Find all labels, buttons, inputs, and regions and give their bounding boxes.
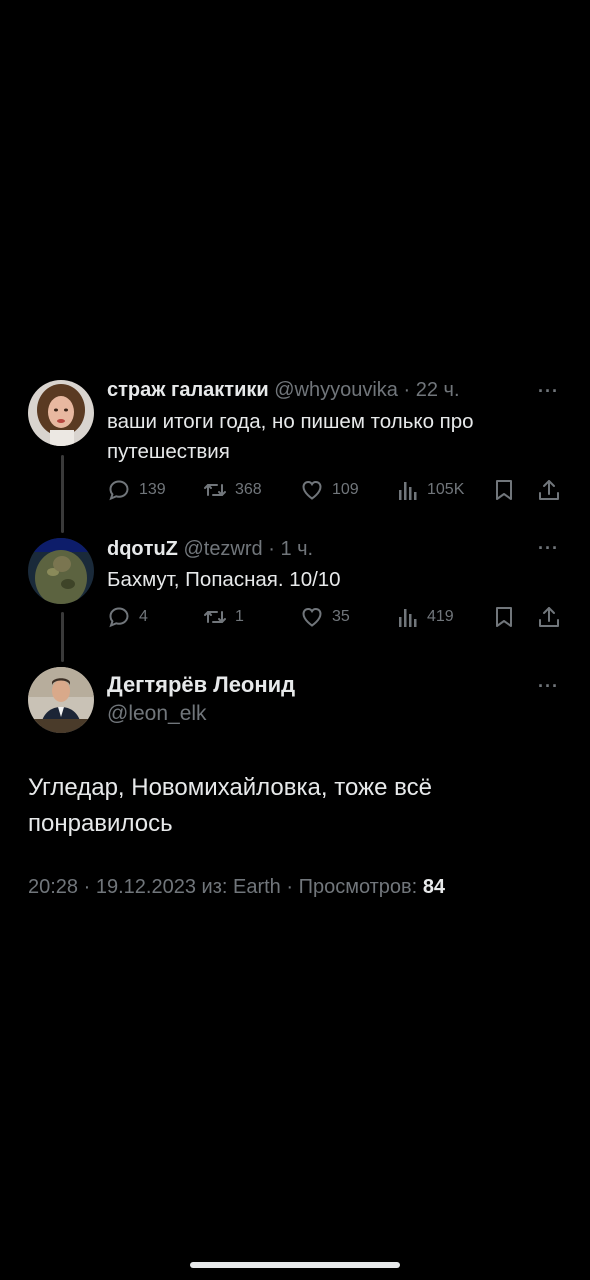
heart-icon — [302, 607, 322, 627]
tweet-source: из: Earth — [201, 876, 281, 898]
reply-button[interactable]: 139 — [107, 476, 166, 504]
retweet-button[interactable]: 1 — [203, 603, 244, 631]
retweet-icon — [204, 484, 226, 496]
tweet-actions: 4 1 35 419 — [107, 603, 562, 631]
share-button[interactable] — [537, 603, 569, 631]
views-count[interactable]: 84 — [423, 876, 445, 898]
tweet-actions: 139 368 109 105K — [107, 476, 562, 504]
thread-line-2 — [61, 612, 64, 662]
more-options-button[interactable]: ··· — [538, 676, 559, 697]
home-indicator[interactable] — [190, 1262, 400, 1268]
author-name[interactable]: страж галактики — [107, 379, 269, 401]
share-icon — [539, 480, 559, 500]
avatar[interactable] — [28, 538, 94, 604]
views-button[interactable]: 419 — [397, 603, 454, 631]
reply-icon — [109, 480, 129, 501]
author-handle[interactable]: @tezwrd — [183, 538, 262, 560]
like-count: 35 — [332, 608, 350, 625]
share-button[interactable] — [537, 476, 569, 504]
tweet-date[interactable]: 19.12.2023 — [96, 876, 196, 898]
tweet-meta: 20:28 · 19.12.2023 из: Earth · Просмотро… — [28, 876, 445, 899]
author-name[interactable]: Дегтярёв Леонид — [107, 672, 295, 698]
like-button[interactable]: 109 — [300, 476, 359, 504]
separator: · — [83, 876, 91, 898]
views-icon — [399, 609, 417, 627]
thread-line-1 — [61, 455, 64, 533]
tweet-text: Угледар, Новомихайловка, тоже всё понрав… — [28, 774, 432, 837]
share-icon — [539, 607, 559, 627]
retweet-count: 1 — [235, 608, 244, 625]
tweet-text: ваши итоги года, но пишем только про пут… — [107, 410, 474, 463]
avatar[interactable] — [28, 667, 94, 733]
views-button[interactable]: 105K — [397, 476, 464, 504]
bookmark-icon — [496, 607, 512, 627]
author-handle[interactable]: @leon_elk — [107, 702, 207, 726]
bookmark-button[interactable] — [493, 476, 523, 504]
tweet-text: Бахмут, Попасная. 10/10 — [107, 568, 341, 591]
reply-count: 139 — [139, 481, 166, 498]
tweet-time[interactable]: · 1 ч. — [268, 538, 313, 560]
reply-count: 4 — [139, 608, 148, 625]
heart-icon — [302, 480, 322, 500]
tweet-time[interactable]: · 22 ч. — [404, 379, 460, 401]
retweet-button[interactable]: 368 — [203, 476, 262, 504]
bookmark-button[interactable] — [493, 603, 523, 631]
retweet-icon — [204, 611, 226, 623]
separator: · — [286, 876, 294, 898]
views-count: 105K — [427, 481, 465, 498]
tweet-header: страж галактики @whyyouvika · 22 ч. — [107, 379, 510, 402]
more-options-button[interactable]: ··· — [538, 381, 559, 402]
author-handle[interactable]: @whyyouvika — [274, 379, 398, 401]
retweet-count: 368 — [235, 481, 262, 498]
author-name[interactable]: dqoтuZ — [107, 538, 178, 560]
tweet-header: dqoтuZ @tezwrd · 1 ч. — [107, 538, 510, 561]
reply-icon — [109, 607, 129, 628]
avatar[interactable] — [28, 380, 94, 446]
tweet-time[interactable]: 20:28 — [28, 876, 78, 898]
like-count: 109 — [332, 481, 359, 498]
like-button[interactable]: 35 — [300, 603, 350, 631]
bookmark-icon — [496, 480, 512, 500]
more-options-button[interactable]: ··· — [538, 538, 559, 559]
reply-button[interactable]: 4 — [107, 603, 148, 631]
views-label: Просмотров: — [298, 876, 418, 898]
views-count: 419 — [427, 608, 454, 625]
views-icon — [399, 482, 417, 500]
